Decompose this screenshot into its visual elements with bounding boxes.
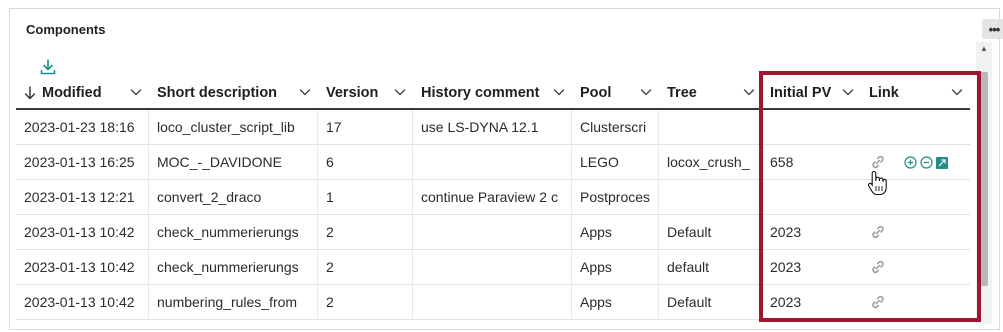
cell-link — [861, 285, 970, 319]
cell-tree: default — [659, 250, 762, 284]
cell-description: numbering_rules_from — [149, 285, 318, 319]
cell-link — [861, 110, 970, 144]
column-header-label: History comment — [421, 85, 540, 101]
table-row[interactable]: 2023-01-23 18:16 loco_cluster_script_lib 1… — [16, 110, 970, 145]
link-icon[interactable] — [869, 293, 887, 311]
cell-tree: locox_crush_ — [659, 145, 762, 179]
cell-link — [861, 215, 970, 249]
cell-tree: Default — [659, 215, 762, 249]
cell-version: 1 — [318, 180, 413, 214]
cell-modified: 2023-01-23 18:16 — [16, 110, 149, 144]
column-header-label: Tree — [667, 85, 697, 101]
cell-comment: use LS-DYNA 12.1 — [413, 110, 572, 144]
cell-description: convert_2_draco — [149, 180, 318, 214]
column-header-link[interactable]: Link — [861, 76, 970, 110]
cell-comment: continue Paraview 2 c — [413, 180, 572, 214]
cell-pool: Postproces — [572, 180, 659, 214]
chevron-down-icon[interactable] — [742, 85, 756, 99]
cell-initial-pv: 2023 — [770, 294, 802, 310]
cell-modified: 2023-01-13 10:42 — [16, 250, 149, 284]
cell-tree: Default — [659, 285, 762, 319]
cell-pool: Apps — [572, 285, 659, 319]
components-table: Modified Short description Version History … — [16, 76, 970, 326]
column-header-pool[interactable]: Pool — [572, 76, 659, 110]
remove-circle-icon[interactable] — [920, 156, 933, 169]
cell-comment — [413, 145, 572, 179]
table-row[interactable]: 2023-01-13 12:21 convert_2_draco 1 continue… — [16, 180, 970, 215]
link-icon[interactable] — [869, 258, 887, 276]
cell-modified: 2023-01-13 10:42 — [16, 215, 149, 249]
cell-version: 2 — [318, 250, 413, 284]
cell-pool: Apps — [572, 215, 659, 249]
cell-comment — [413, 285, 572, 319]
panel-menu-button[interactable]: ••• — [982, 19, 1003, 39]
cell-pool: Apps — [572, 250, 659, 284]
column-header-description[interactable]: Short description — [149, 76, 318, 110]
cell-version: 2 — [318, 285, 413, 319]
column-header-modified[interactable]: Modified — [16, 76, 149, 110]
table-row[interactable]: 2023-01-13 10:42 check_nummerierungs 2 Apps… — [16, 250, 970, 285]
table-header: Modified Short description Version History … — [16, 76, 970, 110]
table-row[interactable]: 2023-01-13 10:42 numbering_rules_from 2 App… — [16, 285, 970, 320]
cell-link — [861, 250, 970, 284]
cell-tree — [659, 110, 762, 144]
cell-initial-pv: 658 — [770, 154, 794, 170]
cell-initial-pv — [762, 180, 861, 214]
cell-pool: LEGO — [572, 145, 659, 179]
chevron-down-icon[interactable] — [639, 85, 653, 99]
panel-title: Components — [26, 22, 106, 37]
cell-modified: 2023-01-13 16:25 — [16, 145, 149, 179]
scroll-up-icon[interactable]: ▲ — [980, 44, 988, 53]
vertical-scrollbar[interactable]: ▲ — [976, 42, 992, 324]
column-header-label: Modified — [42, 85, 102, 101]
chevron-down-icon[interactable] — [393, 85, 407, 99]
cell-pool: Clusterscri — [572, 110, 659, 144]
column-header-label: Version — [326, 85, 379, 101]
chevron-down-icon[interactable] — [129, 85, 143, 99]
cell-initial-pv: 2023 — [770, 259, 802, 275]
cell-version: 6 — [318, 145, 413, 179]
column-header-label: Initial PV — [770, 85, 832, 101]
cell-description: loco_cluster_script_lib — [149, 110, 318, 144]
column-header-tree[interactable]: Tree — [659, 76, 762, 110]
cell-modified: 2023-01-13 10:42 — [16, 285, 149, 319]
chevron-down-icon[interactable] — [298, 85, 312, 99]
table-row[interactable]: 2023-01-13 10:42 check_nummerierungs 2 Apps… — [16, 215, 970, 250]
sort-descending-icon[interactable] — [24, 86, 36, 100]
cell-version: 17 — [318, 110, 413, 144]
cell-tree — [659, 180, 762, 214]
cell-description: check_nummerierungs — [149, 250, 318, 284]
column-header-label: Pool — [580, 85, 612, 101]
link-icon[interactable] — [869, 223, 887, 241]
cell-description: MOC_-_DAVIDONE — [149, 145, 318, 179]
column-header-initial-pv[interactable]: Initial PV — [762, 76, 861, 110]
table-row[interactable]: 2023-01-13 16:25 MOC_-_DAVIDONE 6 LEGO locox… — [16, 145, 970, 180]
column-header-label: Short description — [157, 85, 278, 101]
column-header-version[interactable]: Version — [318, 76, 413, 110]
hand-cursor-icon — [867, 170, 887, 196]
row-actions — [904, 145, 948, 180]
column-header-label: Link — [869, 85, 899, 101]
cell-initial-pv: 2023 — [770, 224, 802, 240]
expand-icon[interactable] — [936, 156, 948, 169]
chevron-down-icon[interactable] — [950, 85, 964, 99]
cell-comment — [413, 250, 572, 284]
cell-comment — [413, 215, 572, 249]
download-icon — [40, 59, 56, 75]
cell-initial-pv — [762, 110, 861, 144]
ellipsis-icon: ••• — [988, 21, 1001, 37]
cell-modified: 2023-01-13 12:21 — [16, 180, 149, 214]
chevron-down-icon[interactable] — [552, 85, 566, 99]
cell-version: 2 — [318, 215, 413, 249]
cell-description: check_nummerierungs — [149, 215, 318, 249]
scrollbar-thumb[interactable] — [979, 72, 988, 286]
chevron-down-icon[interactable] — [841, 85, 855, 99]
download-button[interactable] — [38, 57, 58, 77]
add-circle-icon[interactable] — [904, 156, 917, 169]
column-header-comment[interactable]: History comment — [413, 76, 572, 110]
